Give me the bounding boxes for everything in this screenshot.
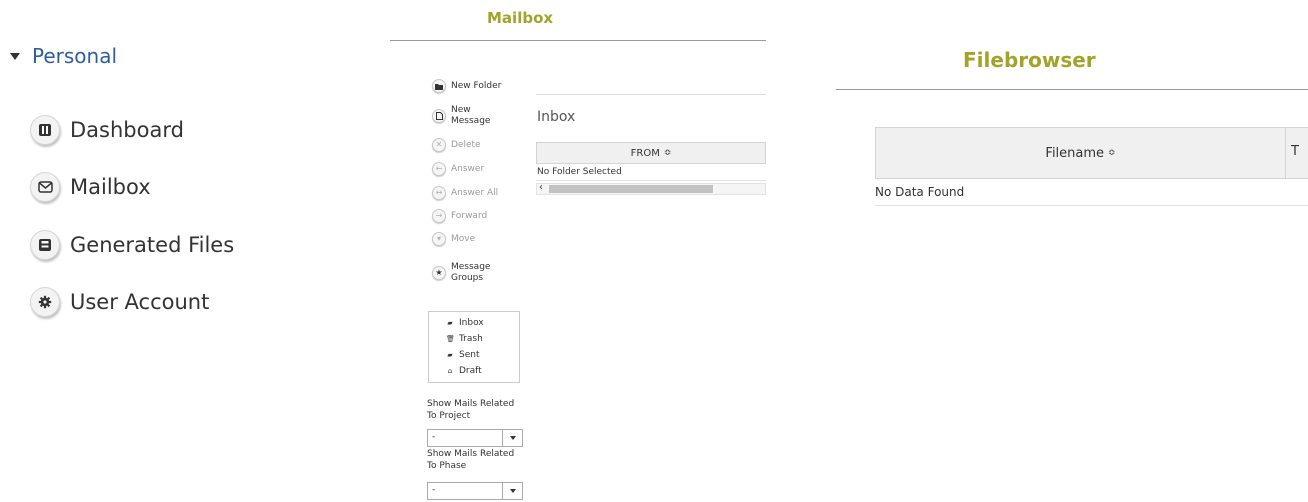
folder-item-inbox[interactable]: ▰ Inbox	[446, 318, 484, 328]
personal-section-toggle[interactable]: Personal	[10, 44, 117, 68]
chevron-down-icon: ▾	[432, 232, 446, 246]
filebrowser-title: Filebrowser	[963, 48, 1096, 72]
folder-icon	[432, 79, 446, 93]
caret-down-icon	[10, 52, 20, 60]
new-message-button[interactable]: New Message	[432, 105, 490, 127]
folder-item-sent[interactable]: ▰ Sent	[446, 350, 479, 360]
nav-item-generated-files[interactable]: Generated Files	[30, 230, 234, 260]
forward-button[interactable]: → Forward	[432, 209, 487, 223]
sort-icon: ≎	[1108, 148, 1116, 158]
nav-item-mailbox[interactable]: Mailbox	[30, 172, 151, 202]
folder-icon: ▰	[447, 351, 453, 359]
inbox-divider	[536, 94, 766, 95]
move-button[interactable]: ▾ Move	[432, 232, 475, 246]
arrow-right-icon: →	[432, 209, 446, 223]
folder-label-draft: Draft	[459, 366, 482, 376]
personal-section-label: Personal	[32, 44, 118, 68]
message-groups-label-line1: Message	[451, 262, 491, 272]
project-filter-select[interactable]: -	[427, 429, 523, 447]
filebrowser-table-header: Filename ≎ T	[875, 127, 1308, 179]
no-data-message: No Data Found	[875, 180, 1308, 206]
dashboard-icon	[30, 115, 60, 145]
new-message-label-line2: Message	[451, 116, 491, 126]
project-filter-value: -	[432, 432, 436, 442]
new-folder-button[interactable]: New Folder	[432, 79, 501, 93]
gear-icon	[30, 287, 60, 317]
sort-icon: ≎	[663, 148, 672, 158]
arrows-left-right-icon: ↔	[432, 186, 446, 200]
filename-column-header[interactable]: Filename ≎	[876, 128, 1286, 178]
filename-column-label: Filename	[1045, 145, 1105, 161]
folder-label-inbox: Inbox	[459, 318, 484, 328]
nav-item-user-account[interactable]: User Account	[30, 287, 209, 317]
inbox-title: Inbox	[537, 109, 576, 125]
folder-label-trash: Trash	[459, 334, 483, 344]
nav-item-dashboard[interactable]: Dashboard	[30, 115, 184, 145]
mailbox-title: Mailbox	[487, 9, 554, 27]
document-icon	[432, 109, 446, 123]
project-filter-label: Show Mails Related To Project	[427, 399, 515, 421]
message-groups-label-line2: Groups	[451, 273, 484, 283]
answer-all-button[interactable]: ↔ Answer All	[432, 186, 498, 200]
folder-list: ▰ Inbox 🗑 Trash ▰ Sent ⌂ Draft	[428, 311, 520, 383]
nav-label-generated-files: Generated Files	[70, 233, 235, 257]
scrollbar-thumb[interactable]	[549, 185, 713, 193]
horizontal-scrollbar[interactable]: ‹	[536, 182, 766, 195]
phase-filter-select[interactable]: -	[427, 482, 523, 500]
nav-label-mailbox: Mailbox	[70, 175, 151, 199]
nav-label-dashboard: Dashboard	[70, 118, 184, 142]
lock-icon: ⌂	[447, 367, 453, 375]
chevron-down-icon	[502, 483, 522, 499]
next-column-header[interactable]: T	[1291, 144, 1299, 159]
envelope-icon	[30, 172, 60, 202]
folder-label-sent: Sent	[459, 350, 480, 360]
answer-button[interactable]: ← Answer	[432, 162, 484, 176]
new-folder-label: New Folder	[451, 81, 502, 91]
close-icon: ✕	[432, 138, 446, 152]
nav-label-user-account: User Account	[70, 290, 210, 314]
delete-button[interactable]: ✕ Delete	[432, 138, 481, 152]
mailbox-divider	[390, 40, 766, 41]
phase-filter-label: Show Mails Related To Phase	[427, 449, 515, 471]
phase-filter-value: -	[432, 485, 436, 495]
new-message-label-line1: New	[451, 105, 471, 115]
from-column-header[interactable]: FROM ≎	[536, 142, 766, 164]
forward-label: Forward	[451, 211, 488, 221]
floppy-disk-icon	[30, 230, 60, 260]
folder-icon: ▰	[447, 319, 453, 327]
message-groups-button[interactable]: ★ Message Groups	[432, 262, 490, 284]
star-icon: ★	[432, 266, 446, 280]
scroll-left-icon[interactable]: ‹	[539, 182, 543, 193]
arrow-left-icon: ←	[432, 162, 446, 176]
delete-label: Delete	[451, 140, 481, 150]
move-label: Move	[451, 234, 476, 244]
folder-item-draft[interactable]: ⌂ Draft	[446, 366, 482, 376]
answer-all-label: Answer All	[451, 188, 499, 198]
answer-label: Answer	[451, 164, 485, 174]
from-column-label: FROM	[630, 147, 660, 159]
chevron-down-icon	[502, 430, 522, 446]
filebrowser-divider	[836, 89, 1308, 90]
no-folder-message: No Folder Selected	[536, 165, 766, 181]
trash-icon: 🗑	[446, 335, 455, 343]
folder-item-trash[interactable]: 🗑 Trash	[446, 334, 483, 344]
